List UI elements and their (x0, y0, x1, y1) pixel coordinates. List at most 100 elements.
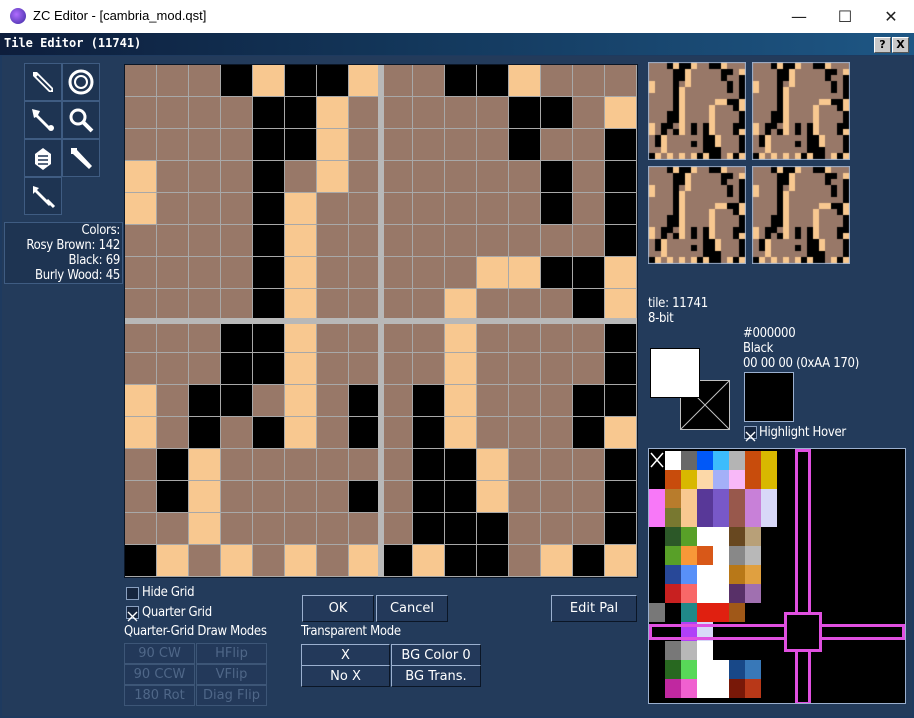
tile-pixel[interactable] (285, 257, 317, 289)
palette-swatch[interactable] (681, 679, 697, 698)
palette-swatch[interactable] (681, 641, 697, 660)
tile-pixel[interactable] (317, 545, 349, 577)
palette-swatch[interactable] (665, 603, 681, 622)
palette-swatch[interactable] (777, 565, 793, 584)
tile-pixel[interactable] (189, 321, 221, 353)
palette-swatch[interactable] (665, 546, 681, 565)
tile-pixel[interactable] (413, 417, 445, 449)
tile-pixel[interactable] (125, 289, 157, 321)
tile-pixel[interactable] (221, 545, 253, 577)
tile-pixel[interactable] (125, 353, 157, 385)
tile-pixel[interactable] (445, 385, 477, 417)
tile-pixel[interactable] (605, 513, 637, 545)
tile-pixel[interactable] (125, 321, 157, 353)
hflip-button[interactable]: HFlip (196, 643, 267, 664)
tile-pixel[interactable] (221, 321, 253, 353)
tile-pixel[interactable] (413, 225, 445, 257)
tile-pixel[interactable] (125, 449, 157, 481)
palette-swatch[interactable] (841, 546, 857, 565)
palette-swatch[interactable] (649, 641, 665, 660)
tile-pixel[interactable] (477, 417, 509, 449)
tile-pixel[interactable] (477, 289, 509, 321)
tile-pixel[interactable] (157, 385, 189, 417)
palette-swatch[interactable] (713, 584, 729, 603)
tile-pixel[interactable] (349, 481, 381, 513)
edit-palette-button[interactable]: Edit Pal (551, 595, 637, 622)
tile-pixel[interactable] (349, 513, 381, 545)
palette-swatch[interactable] (729, 603, 745, 622)
tile-pixel[interactable] (253, 65, 285, 97)
tile-pixel[interactable] (605, 289, 637, 321)
tile-pixel[interactable] (381, 321, 413, 353)
rotate-90-ccw-button[interactable]: 90 CCW (124, 664, 195, 685)
tile-pixel[interactable] (509, 225, 541, 257)
diag-flip-button[interactable]: Diag Flip (196, 685, 267, 706)
tile-pixel[interactable] (285, 353, 317, 385)
tile-pixel[interactable] (189, 385, 221, 417)
palette-swatch[interactable] (665, 489, 681, 508)
tile-pixel[interactable] (189, 513, 221, 545)
tile-pixel[interactable] (157, 417, 189, 449)
tile-pixel[interactable] (189, 97, 221, 129)
tile-pixel[interactable] (317, 481, 349, 513)
tile-pixel[interactable] (349, 449, 381, 481)
palette-swatch[interactable] (681, 451, 697, 470)
tile-pixel[interactable] (541, 97, 573, 129)
tile-pixel[interactable] (253, 513, 285, 545)
tile-pixel[interactable] (157, 65, 189, 97)
tile-pixel[interactable] (253, 225, 285, 257)
palette-swatch[interactable] (761, 470, 777, 489)
palette-swatch[interactable] (825, 584, 841, 603)
tile-pixel[interactable] (381, 225, 413, 257)
palette-swatch[interactable] (857, 603, 873, 622)
palette-swatch[interactable] (649, 470, 665, 489)
palette-swatch[interactable] (841, 679, 857, 698)
palette-swatch[interactable] (713, 489, 729, 508)
palette-swatch[interactable] (825, 470, 841, 489)
palette-swatch[interactable] (649, 565, 665, 584)
palette-swatch[interactable] (665, 584, 681, 603)
tile-pixel[interactable] (189, 129, 221, 161)
palette-swatch[interactable] (745, 641, 761, 660)
tile-pixel[interactable] (573, 193, 605, 225)
palette-swatch[interactable] (809, 679, 825, 698)
tile-pixel[interactable] (573, 161, 605, 193)
tile-pixel[interactable] (445, 161, 477, 193)
select-tool-button[interactable] (24, 177, 62, 215)
palette-swatch[interactable] (777, 527, 793, 546)
palette-swatch[interactable] (729, 641, 745, 660)
palette-swatch[interactable] (809, 584, 825, 603)
tile-pixel[interactable] (381, 97, 413, 129)
tile-pixel[interactable] (445, 289, 477, 321)
tile-pixel[interactable] (157, 161, 189, 193)
tile-pixel[interactable] (477, 353, 509, 385)
tile-pixel[interactable] (381, 481, 413, 513)
palette-swatch[interactable] (889, 546, 905, 565)
tile-pixel[interactable] (445, 97, 477, 129)
tile-pixel[interactable] (509, 385, 541, 417)
tile-pixel[interactable] (221, 481, 253, 513)
rotate-180-button[interactable]: 180 Rot (124, 685, 195, 706)
palette-swatch[interactable] (841, 527, 857, 546)
palette-swatch[interactable] (857, 508, 873, 527)
tile-pixel[interactable] (541, 225, 573, 257)
ring-tool-button[interactable] (62, 63, 100, 101)
tile-pixel[interactable] (605, 545, 637, 577)
tile-pixel[interactable] (125, 417, 157, 449)
palette-swatch[interactable] (873, 489, 889, 508)
palette-swatch[interactable] (745, 603, 761, 622)
tile-pixel[interactable] (381, 353, 413, 385)
tile-pixel[interactable] (125, 161, 157, 193)
x-mode-button[interactable]: X (301, 644, 390, 666)
palette-swatch[interactable] (889, 679, 905, 698)
palette-swatch[interactable] (873, 679, 889, 698)
palette-swatch[interactable] (809, 527, 825, 546)
palette-swatch[interactable] (857, 679, 873, 698)
palette-swatch[interactable] (777, 546, 793, 565)
palette-swatch[interactable] (697, 641, 713, 660)
tile-pixel[interactable] (189, 65, 221, 97)
palette-swatch[interactable] (713, 679, 729, 698)
tile-pixel[interactable] (253, 129, 285, 161)
tile-pixel[interactable] (189, 225, 221, 257)
palette-swatch[interactable] (889, 489, 905, 508)
